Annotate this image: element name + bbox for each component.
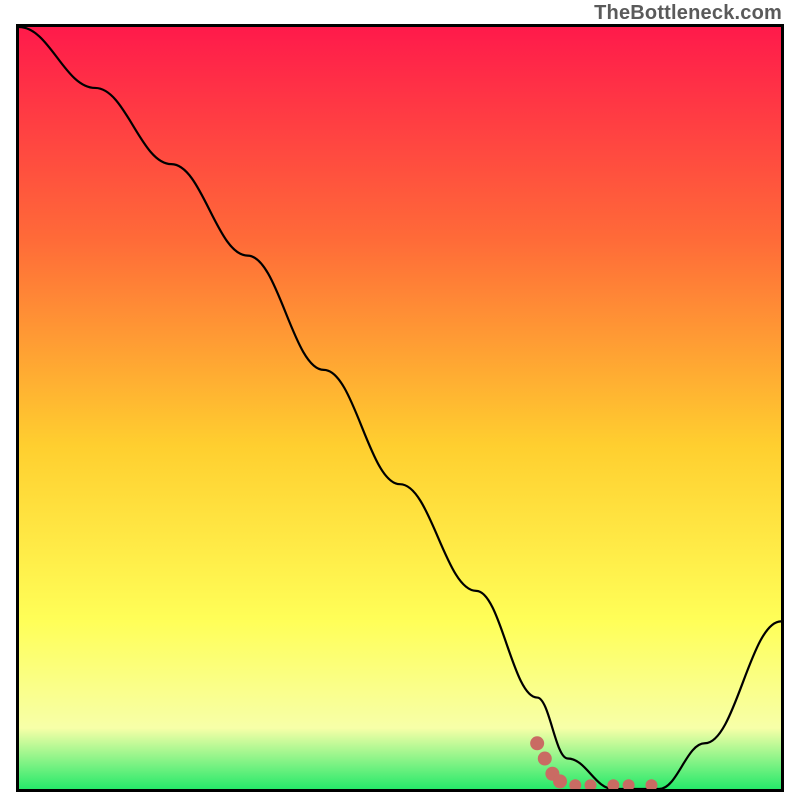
optimal-dot: [530, 736, 544, 750]
optimal-dot: [553, 774, 567, 788]
chart-svg: [19, 27, 781, 789]
optimal-dot: [538, 752, 552, 766]
chart-frame: [16, 24, 784, 792]
heat-gradient-rect: [19, 27, 781, 789]
attribution-text: TheBottleneck.com: [594, 2, 782, 25]
